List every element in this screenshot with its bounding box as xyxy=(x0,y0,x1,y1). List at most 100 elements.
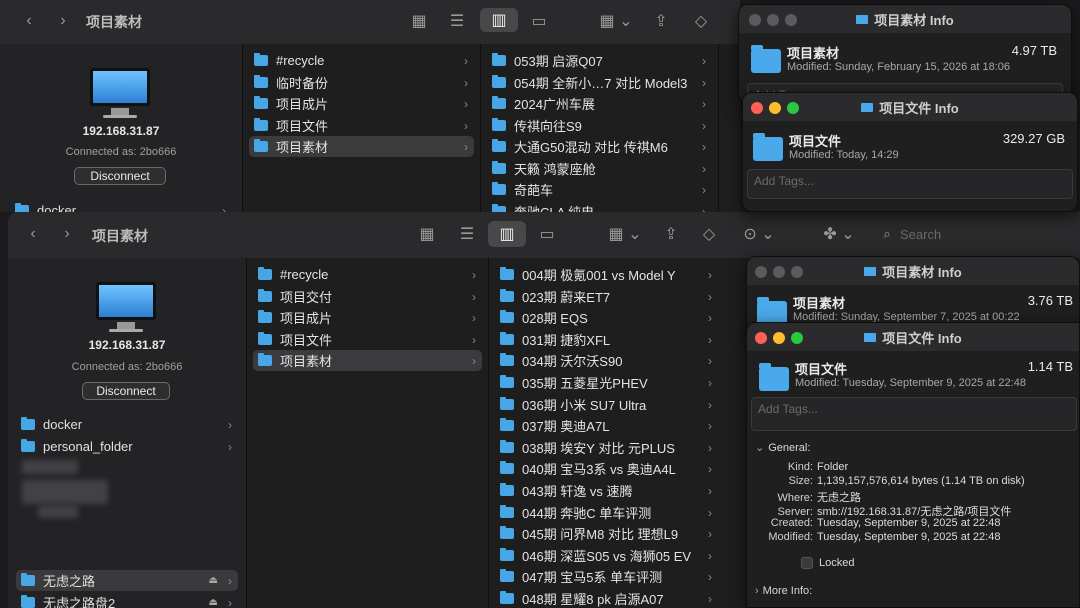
column-view-icon[interactable]: ▥ xyxy=(488,221,526,247)
list-item-selected[interactable]: 项目素材 › xyxy=(249,136,474,157)
list-item[interactable]: 028期 EQS › xyxy=(495,307,718,328)
column-view-icon[interactable]: ▥ xyxy=(480,8,518,32)
top-column-1: #recycle › 临时备份 › 项目成片 › 项目文件 › 项目素材 › xyxy=(242,44,480,212)
zoom-icon[interactable] xyxy=(787,102,799,114)
sidebar-item-docker[interactable]: docker › xyxy=(10,200,232,212)
list-view-icon[interactable]: ☰ xyxy=(444,10,470,32)
group-icon[interactable]: ▦ ⌄ xyxy=(604,223,646,245)
list-item[interactable]: 传祺向往S9 › xyxy=(487,115,712,136)
share-icon[interactable]: ⇪ xyxy=(660,223,682,245)
gallery-view-icon[interactable]: ▭ xyxy=(526,10,552,32)
minimize-icon[interactable] xyxy=(773,266,785,278)
connected-as: Connected as: 2bo666 xyxy=(65,146,177,158)
list-item[interactable]: 项目交付 › xyxy=(253,286,482,307)
list-item[interactable]: 项目文件 › xyxy=(249,115,474,136)
close-icon[interactable] xyxy=(755,266,767,278)
icon-view-icon[interactable]: ▦ xyxy=(414,223,440,245)
list-item[interactable]: #recycle › xyxy=(249,50,474,71)
folder-icon xyxy=(759,363,789,391)
close-icon[interactable] xyxy=(755,332,767,344)
list-item[interactable]: 043期 轩逸 vs 速腾 › xyxy=(495,480,718,501)
list-item[interactable]: 大通G50混动 对比 传祺M6 › xyxy=(487,136,712,157)
back-icon[interactable]: ‹ xyxy=(22,223,44,245)
list-item[interactable]: 045期 问界M8 对比 理想L9 › xyxy=(495,523,718,544)
window-title: 项目素材 xyxy=(92,228,148,244)
close-icon[interactable] xyxy=(751,102,763,114)
forward-icon[interactable]: › xyxy=(56,223,78,245)
list-item[interactable]: 004期 极氪001 vs Model Y › xyxy=(495,264,718,285)
zoom-icon[interactable] xyxy=(791,266,803,278)
disconnect-button[interactable]: Disconnect xyxy=(82,382,170,400)
list-item-selected[interactable]: 项目素材 › xyxy=(253,350,482,371)
list-item[interactable]: 项目成片 › xyxy=(253,307,482,328)
search-input[interactable]: Search xyxy=(900,227,941,242)
forward-icon[interactable]: › xyxy=(52,10,74,32)
list-item[interactable]: 044期 奔驰C 单车评测 › xyxy=(495,502,718,523)
tags-input[interactable]: Add Tags... xyxy=(751,397,1077,431)
sidebar-item-personal-folder[interactable]: personal_folder › xyxy=(16,436,238,457)
list-item[interactable]: 临时备份 › xyxy=(249,72,474,93)
icon-view-icon[interactable]: ▦ xyxy=(406,10,432,32)
eject-icon[interactable]: ⏏ xyxy=(209,575,218,586)
list-item[interactable]: 054期 全新小…7 对比 Model3 › xyxy=(487,72,712,93)
minimize-icon[interactable] xyxy=(767,14,779,26)
info-title: 项目素材 Info xyxy=(882,264,962,280)
top-column-3 xyxy=(718,44,740,212)
list-item[interactable]: 031期 捷豹XFL › xyxy=(495,329,718,350)
list-item[interactable]: 035期 五菱星光PHEV › xyxy=(495,372,718,393)
zoom-icon[interactable] xyxy=(791,332,803,344)
zoom-icon[interactable] xyxy=(785,14,797,26)
search-icon[interactable]: ⌕ xyxy=(878,223,896,245)
tags-input[interactable]: Add Tags... xyxy=(747,169,1073,199)
sidebar-item-docker[interactable]: docker › xyxy=(16,414,238,435)
list-view-icon[interactable]: ☰ xyxy=(454,223,480,245)
folder-icon xyxy=(15,203,29,212)
gallery-view-icon[interactable]: ▭ xyxy=(534,223,560,245)
info-title: 项目文件 Info xyxy=(882,330,962,346)
info-size: 1.14 TB xyxy=(1027,359,1073,374)
more-info-section-toggle[interactable]: › More Info: xyxy=(755,585,812,597)
minimize-icon[interactable] xyxy=(773,332,785,344)
list-item[interactable]: 023期 蔚来ET7 › xyxy=(495,286,718,307)
more-actions-icon[interactable]: ⊙ ⌄ xyxy=(738,223,780,245)
list-item[interactable]: 奇葩车 › xyxy=(487,179,712,200)
info-window-2: 项目文件 Info 项目文件 329.27 GB Modified: Today… xyxy=(742,92,1078,212)
checkbox-icon xyxy=(801,557,813,569)
info-name: 项目素材 xyxy=(793,296,846,311)
general-section-toggle[interactable]: ⌄ General: xyxy=(755,441,810,454)
close-icon[interactable] xyxy=(749,14,761,26)
list-item[interactable]: 奔驰CLA 纯电› xyxy=(487,201,712,212)
tag-icon[interactable]: ◇ xyxy=(690,10,712,32)
list-item[interactable]: 2024广州车展 › xyxy=(487,93,712,114)
back-icon[interactable]: ‹ xyxy=(18,10,40,32)
extensions-icon[interactable]: ✤ ⌄ xyxy=(818,223,860,245)
info-size: 329.27 GB xyxy=(1002,131,1065,146)
group-icon[interactable]: ▦ ⌄ xyxy=(596,10,636,32)
disconnect-button[interactable]: Disconnect xyxy=(74,167,166,185)
list-item[interactable]: 038期 埃安Y 对比 元PLUS › xyxy=(495,437,718,458)
tag-icon[interactable]: ◇ xyxy=(698,223,720,245)
list-item[interactable]: 047期 宝马5系 单车评测 › xyxy=(495,566,718,587)
list-item[interactable]: 项目文件 › xyxy=(253,329,482,350)
sidebar-item-wulvzhilu[interactable]: 无虑之路 ⏏ › xyxy=(16,570,238,591)
sidebar-item-wulvzhilu-2[interactable]: 无虑之路盘2 ⏏ › xyxy=(16,592,238,608)
list-item[interactable]: 天籁 鸿蒙座舱 › xyxy=(487,158,712,179)
info-modified: Modified: Tuesday, September 9, 2025 at … xyxy=(795,377,1026,389)
info-title: 项目文件 Info xyxy=(879,100,959,116)
list-item[interactable]: #recycle › xyxy=(253,264,482,285)
list-item[interactable]: 037期 奥迪A7L › xyxy=(495,415,718,436)
eject-icon[interactable]: ⏏ xyxy=(209,597,218,608)
list-item[interactable]: 046期 深蓝S05 vs 海狮05 EV › xyxy=(495,545,718,566)
chevron-right-icon: › xyxy=(228,417,232,432)
list-item[interactable]: 048期 星耀8 pk 启源A07 › xyxy=(495,588,718,608)
list-item[interactable]: 036期 小米 SU7 Ultra › xyxy=(495,394,718,415)
list-item[interactable]: 项目成片 › xyxy=(249,93,474,114)
info-window-1: 项目素材 Info 项目素材 4.97 TB Modified: Sunday,… xyxy=(738,4,1072,104)
minimize-icon[interactable] xyxy=(769,102,781,114)
share-icon[interactable]: ⇪ xyxy=(650,10,672,32)
list-item[interactable]: 034期 沃尔沃S90 › xyxy=(495,350,718,371)
list-item[interactable]: 053期 启源Q07 › xyxy=(487,50,712,71)
info-modified-detail: Modified: Tuesday, September 9, 2025 at 2… xyxy=(768,531,1001,543)
list-item[interactable]: 040期 宝马3系 vs 奥迪A4L › xyxy=(495,458,718,479)
locked-checkbox[interactable]: Locked xyxy=(801,557,854,569)
